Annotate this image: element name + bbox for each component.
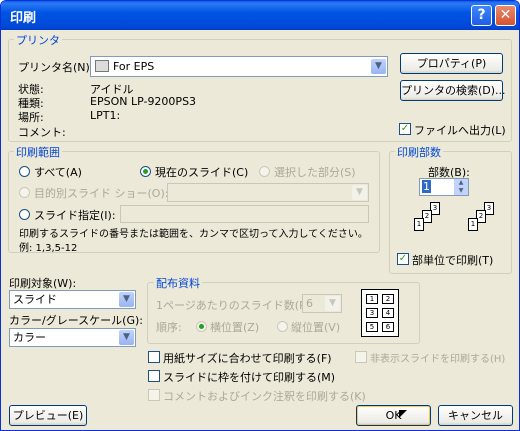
- where-label: 場所:: [18, 111, 44, 124]
- slides-input[interactable]: [120, 205, 369, 223]
- color-select[interactable]: カラー ▼: [9, 328, 136, 347]
- frame-slides-checkbox[interactable]: [148, 370, 160, 382]
- per-page-select[interactable]: 6 ▼: [302, 294, 342, 313]
- ok-button[interactable]: OK: [356, 405, 431, 426]
- order-horizontal-label[interactable]: 横位置(Z): [210, 319, 259, 335]
- copies-count-input[interactable]: 1 ▲ ▼: [419, 178, 469, 196]
- range-current-radio[interactable]: [140, 166, 151, 177]
- cancel-button[interactable]: キャンセル: [438, 405, 513, 426]
- range-current-label[interactable]: 現在のスライド(C): [155, 164, 248, 180]
- printer-name-value: For EPS: [113, 60, 155, 73]
- preview-button[interactable]: プレビュー(E): [9, 405, 87, 426]
- collate-checkbox[interactable]: ✓: [397, 253, 409, 265]
- handout-cell: 6: [382, 322, 394, 332]
- handout-cell: 4: [382, 308, 394, 318]
- print-to-file-checkbox[interactable]: ✓: [399, 123, 411, 135]
- order-vertical-radio[interactable]: [277, 321, 288, 332]
- range-selection-label[interactable]: 選択した部分(S): [274, 164, 356, 180]
- order-horizontal-radio[interactable]: [196, 321, 207, 332]
- type-value: EPSON LP-9200PS3: [90, 95, 197, 108]
- range-example: 例: 1,3,5-12: [19, 243, 78, 254]
- printer-icon: [95, 60, 109, 72]
- handout-cell: 3: [366, 308, 378, 318]
- spinner-down-icon[interactable]: ▼: [454, 187, 468, 195]
- print-what-label: 印刷対象(W):: [9, 277, 77, 290]
- print-hidden-checkbox[interactable]: [355, 351, 367, 363]
- color-label: カラー/グレースケール(G):: [9, 314, 143, 327]
- frame-slides-label[interactable]: スライドに枠を付けて印刷する(M): [163, 369, 335, 385]
- per-page-label: 1ページあたりのスライド数(R):: [156, 299, 315, 312]
- find-printer-button[interactable]: プリンタの検索(D)...: [400, 80, 506, 101]
- chevron-down-icon[interactable]: ▼: [119, 292, 134, 307]
- mouse-cursor-icon: [399, 410, 407, 418]
- window-title: 印刷: [10, 11, 37, 26]
- custom-show-select[interactable]: ▼: [167, 183, 369, 202]
- print-hidden-label[interactable]: 非表示スライドを印刷する(H): [370, 350, 505, 365]
- range-all-radio[interactable]: [19, 166, 30, 177]
- printer-group-label: プリンタ: [14, 32, 62, 48]
- range-help-text: 印刷するスライドの番号または範囲を、カンマで区切って入力してください。: [19, 229, 368, 240]
- range-all-label[interactable]: すべて(A): [34, 164, 82, 180]
- chevron-down-icon[interactable]: ▼: [325, 296, 340, 311]
- handout-cell: 1: [366, 294, 378, 304]
- copies-group-label: 印刷部数: [395, 144, 443, 160]
- comment-label: コメント:: [18, 126, 66, 139]
- page-icon: 1: [468, 218, 478, 231]
- title-bar: 印刷 ? ✕: [1, 1, 519, 30]
- collate-illustration: 3 2 1 3 2 1: [402, 202, 502, 244]
- spinner-up-icon[interactable]: ▲: [454, 179, 468, 187]
- collate-label[interactable]: 部単位で印刷(T): [412, 252, 493, 268]
- print-comments-checkbox[interactable]: [148, 389, 160, 401]
- print-what-value: スライド: [13, 293, 57, 306]
- range-selection-radio[interactable]: [259, 166, 270, 177]
- range-slides-radio[interactable]: [19, 209, 30, 220]
- scale-to-fit-checkbox[interactable]: [148, 351, 160, 363]
- chevron-down-icon[interactable]: ▼: [371, 59, 386, 74]
- help-button[interactable]: ?: [471, 5, 492, 26]
- per-page-value: 6: [306, 297, 313, 310]
- range-slides-label[interactable]: スライド指定(I):: [34, 207, 116, 223]
- print-comments-label[interactable]: コメントおよびインク注釈を印刷する(K): [163, 388, 366, 404]
- order-vertical-label[interactable]: 縦位置(V): [291, 319, 340, 335]
- print-range-group-label: 印刷範囲: [14, 144, 62, 160]
- handout-cell: 2: [382, 294, 394, 304]
- chevron-down-icon[interactable]: ▼: [352, 185, 367, 200]
- range-custom-show-radio[interactable]: [19, 187, 30, 198]
- chevron-down-icon[interactable]: ▼: [119, 330, 134, 345]
- handouts-group-label: 配布資料: [154, 275, 202, 291]
- print-what-select[interactable]: スライド ▼: [9, 290, 136, 309]
- copies-count-value: 1: [422, 180, 431, 193]
- order-label: 順序:: [156, 321, 182, 334]
- scale-to-fit-label[interactable]: 用紙サイズに合わせて印刷する(F): [163, 350, 332, 366]
- handout-layout-preview: 1 2 3 4 5 6: [361, 289, 399, 337]
- color-value: カラー: [13, 331, 46, 344]
- printer-name-label: プリンタ名(N):: [18, 61, 94, 74]
- close-button[interactable]: ✕: [495, 5, 516, 26]
- properties-button[interactable]: プロパティ(P): [400, 53, 503, 74]
- range-custom-show-label[interactable]: 目的別スライド ショー(O):: [34, 185, 168, 201]
- handout-cell: 5: [366, 322, 378, 332]
- page-icon: 1: [414, 218, 424, 231]
- where-value: LPT1:: [90, 109, 121, 122]
- printer-name-select[interactable]: For EPS ▼: [90, 56, 388, 77]
- print-to-file-label[interactable]: ファイルへ出力(L): [414, 122, 506, 138]
- print-dialog: 印刷 ? ✕ プリンタ プリンタ名(N): For EPS ▼ プロパティ(P)…: [0, 0, 520, 431]
